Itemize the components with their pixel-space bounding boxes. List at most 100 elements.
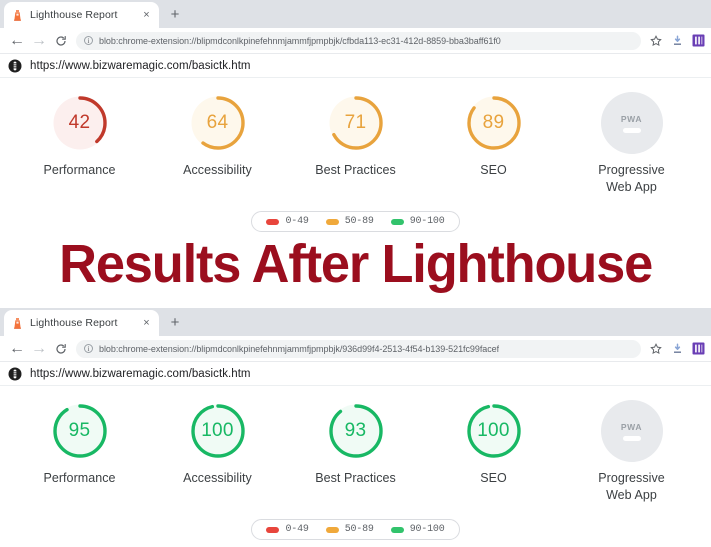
reload-icon[interactable] xyxy=(50,338,72,360)
gauge-label: Best Practices xyxy=(315,471,396,485)
gauge-accessibility[interactable]: 64 Accessibility xyxy=(162,92,274,179)
close-icon[interactable]: × xyxy=(140,9,153,21)
gauge-ring: 89 xyxy=(463,92,525,154)
page-info-icon[interactable]: i xyxy=(84,344,93,353)
address-bar[interactable]: i blob:chrome-extension://blipmdconlkpin… xyxy=(76,31,641,50)
legend-item-0-49: 0-49 xyxy=(266,524,309,535)
site-favicon-icon xyxy=(8,59,22,73)
score-gauges: 95 Performance 100 Accessibility 93 Best Prac… xyxy=(0,400,711,503)
gauge-label: Accessibility xyxy=(183,471,252,485)
legend-item-90-100: 90-100 xyxy=(390,216,445,227)
new-tab-button[interactable]: + xyxy=(162,309,188,335)
toolbar-icons xyxy=(647,34,705,48)
page-url-line: https://www.bizwaremagic.com/basictk.htm xyxy=(0,54,711,78)
gauge-score-value: 100 xyxy=(201,420,234,441)
legend-range-label: 50-89 xyxy=(344,524,374,535)
page-url-text: https://www.bizwaremagic.com/basictk.htm xyxy=(30,367,251,380)
gauge-accessibility[interactable]: 100 Accessibility xyxy=(162,400,274,487)
lighthouse-report-after: 95 Performance 100 Accessibility 93 Best Prac… xyxy=(0,386,711,540)
gauge-score-value: 89 xyxy=(482,112,505,133)
gauge-best-practices[interactable]: 93 Best Practices xyxy=(300,400,412,487)
back-icon[interactable]: ← xyxy=(6,338,28,360)
extension-download-icon[interactable] xyxy=(670,342,684,356)
reload-icon[interactable] xyxy=(50,30,72,52)
forward-icon[interactable]: → xyxy=(28,30,50,52)
close-icon[interactable]: × xyxy=(140,317,153,329)
page-url-line: https://www.bizwaremagic.com/basictk.htm xyxy=(0,362,711,386)
gauge-score-value: 64 xyxy=(206,112,229,133)
headline-band: Results After Lighthouse xyxy=(0,228,711,300)
gauge-score-value: 100 xyxy=(477,420,510,441)
screenshot-root: Lighthouse Report × + ← → i blob:chrome-… xyxy=(0,0,711,547)
gauge-progressive-web-app[interactable]: PWA Progressive Web App xyxy=(576,92,688,195)
extension-download-icon[interactable] xyxy=(670,34,684,48)
legend-swatch-icon xyxy=(325,526,339,533)
legend-item-50-89: 50-89 xyxy=(325,216,374,227)
gauge-score-value: 93 xyxy=(344,420,367,441)
gauge-label: SEO xyxy=(480,163,507,177)
gauge-score-value: 95 xyxy=(68,420,91,441)
toolbar-icons xyxy=(647,342,705,356)
headline-text: Results After Lighthouse xyxy=(59,234,653,294)
browser-toolbar: ← → i blob:chrome-extension://blipmdconl… xyxy=(0,336,711,362)
tab-strip: Lighthouse Report × + xyxy=(0,0,711,28)
bookmark-star-icon[interactable] xyxy=(649,342,663,356)
gauge-best-practices[interactable]: 71 Best Practices xyxy=(300,92,412,179)
tab-lighthouse-report[interactable]: Lighthouse Report × xyxy=(4,310,159,336)
pwa-label: PWA xyxy=(620,113,643,124)
gauge-progressive-web-app[interactable]: PWA Progressive Web App xyxy=(576,400,688,503)
gauge-label: Accessibility xyxy=(183,163,252,177)
pwa-badge: PWA xyxy=(600,400,663,462)
legend-swatch-icon xyxy=(325,218,339,225)
extension-purple-icon[interactable] xyxy=(691,34,705,48)
pwa-dash-icon xyxy=(622,127,641,133)
page-url-text: https://www.bizwaremagic.com/basictk.htm xyxy=(30,59,251,72)
site-favicon-icon xyxy=(8,367,22,381)
forward-icon[interactable]: → xyxy=(28,338,50,360)
gauge-ring: 95 xyxy=(49,400,111,462)
gauge-performance[interactable]: 42 Performance xyxy=(24,92,136,179)
legend-swatch-icon xyxy=(266,218,280,225)
legend-item-90-100: 90-100 xyxy=(390,524,445,535)
score-gauges: 42 Performance 64 Accessibility 71 Best Pract… xyxy=(0,92,711,195)
gauge-label: Performance xyxy=(43,471,116,485)
lighthouse-icon xyxy=(12,317,23,329)
gauge-score-value: 71 xyxy=(344,112,367,133)
gauge-seo[interactable]: 89 SEO xyxy=(438,92,550,179)
legend-range-label: 90-100 xyxy=(409,524,445,535)
legend-row: 0-49 50-89 90-100 xyxy=(0,519,711,540)
gauge-score-value: 42 xyxy=(68,112,91,133)
legend-item-0-49: 0-49 xyxy=(266,216,309,227)
address-bar-url: blob:chrome-extension://blipmdconlkpinef… xyxy=(99,35,501,46)
browser-window-before: Lighthouse Report × + ← → i blob:chrome-… xyxy=(0,0,711,232)
address-bar-url: blob:chrome-extension://blipmdconlkpinef… xyxy=(99,343,500,354)
address-bar[interactable]: i blob:chrome-extension://blipmdconlkpin… xyxy=(76,339,641,358)
legend-range-label: 0-49 xyxy=(285,524,309,535)
legend-range-label: 0-49 xyxy=(285,216,309,227)
gauge-label: SEO xyxy=(480,471,507,485)
back-icon[interactable]: ← xyxy=(6,30,28,52)
tab-title: Lighthouse Report xyxy=(30,317,118,329)
gauge-seo[interactable]: 100 SEO xyxy=(438,400,550,487)
legend-item-50-89: 50-89 xyxy=(325,524,374,535)
gauge-ring: 93 xyxy=(325,400,387,462)
pwa-badge: PWA xyxy=(600,92,663,154)
gauge-label: Best Practices xyxy=(315,163,396,177)
page-info-icon[interactable]: i xyxy=(84,36,93,45)
pwa-label: PWA xyxy=(620,421,643,432)
gauge-label: Performance xyxy=(43,163,116,177)
gauge-label: Progressive Web App xyxy=(598,163,665,194)
legend-range-label: 50-89 xyxy=(344,216,374,227)
tab-lighthouse-report[interactable]: Lighthouse Report × xyxy=(4,2,159,28)
bookmark-star-icon[interactable] xyxy=(649,34,663,48)
lighthouse-icon xyxy=(12,9,23,21)
gauge-ring: 100 xyxy=(187,400,249,462)
new-tab-button[interactable]: + xyxy=(162,1,188,27)
tab-strip: Lighthouse Report × + xyxy=(0,308,711,336)
legend-range-label: 90-100 xyxy=(409,216,445,227)
score-legend: 0-49 50-89 90-100 xyxy=(251,519,460,540)
extension-purple-icon[interactable] xyxy=(691,342,705,356)
gauge-ring: 64 xyxy=(187,92,249,154)
gauge-ring: 71 xyxy=(325,92,387,154)
gauge-performance[interactable]: 95 Performance xyxy=(24,400,136,487)
